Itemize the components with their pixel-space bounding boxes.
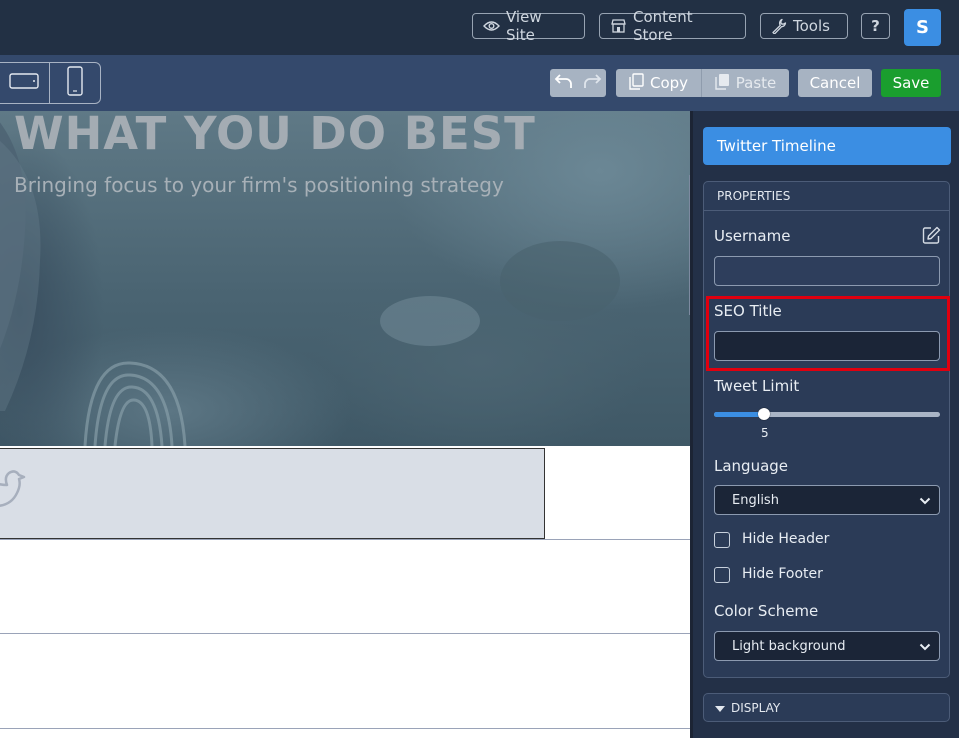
color-scheme-select-value: Light background (732, 638, 846, 654)
eye-icon (483, 20, 500, 32)
wrench-icon (771, 18, 787, 34)
save-button[interactable]: Save (881, 69, 941, 97)
twitter-bird-icon (0, 465, 29, 519)
cancel-label: Cancel (809, 74, 861, 92)
page-canvas: WHAT YOU DO BEST Bringing focus to your … (0, 111, 690, 738)
content-store-label: Content Store (633, 8, 693, 44)
tools-label: Tools (793, 17, 830, 35)
undo-icon (554, 73, 574, 93)
hide-header-label: Hide Header (742, 531, 830, 547)
device-preview-group (0, 62, 101, 104)
tweet-limit-value: 5 (761, 426, 769, 440)
copy-button[interactable]: Copy (616, 69, 701, 97)
username-label: Username (714, 227, 791, 245)
chevron-down-icon (919, 641, 931, 656)
view-site-label: View Site (506, 8, 542, 44)
hide-footer-checkbox[interactable] (714, 567, 730, 583)
component-title-bar: Twitter Timeline (703, 127, 951, 165)
hero-title: WHAT YOU DO BEST (14, 111, 536, 160)
hero-background-image (0, 122, 620, 446)
twitter-timeline-placeholder[interactable] (0, 448, 545, 539)
phone-view-button[interactable] (49, 63, 100, 103)
tablet-view-button[interactable] (0, 63, 49, 103)
hero-subtitle: Bringing focus to your firm's positionin… (14, 173, 504, 197)
chevron-down-icon (919, 495, 931, 510)
hide-footer-label: Hide Footer (742, 566, 823, 582)
hero-banner[interactable]: WHAT YOU DO BEST Bringing focus to your … (0, 111, 690, 446)
avatar[interactable]: S (904, 9, 941, 46)
component-title: Twitter Timeline (717, 137, 836, 155)
tablet-icon (9, 71, 39, 95)
content-store-button[interactable]: Content Store (599, 8, 746, 44)
phone-icon (66, 66, 84, 100)
copy-label: Copy (649, 74, 689, 92)
view-site-button[interactable]: View Site (472, 8, 585, 44)
section-divider (0, 539, 690, 540)
undo-button[interactable] (550, 69, 578, 97)
paste-label: Paste (735, 74, 777, 92)
tweet-limit-slider[interactable] (714, 408, 940, 420)
redo-icon (582, 73, 602, 93)
username-field[interactable] (714, 256, 940, 286)
redo-button[interactable] (578, 69, 606, 97)
properties-header-label: PROPERTIES (717, 189, 791, 203)
seo-title-field[interactable] (714, 331, 940, 361)
help-button[interactable]: ? (861, 13, 890, 39)
avatar-initial: S (916, 17, 929, 38)
paste-button[interactable]: Paste (701, 69, 789, 97)
paste-icon (715, 73, 730, 94)
tweet-limit-slider-thumb[interactable] (758, 408, 770, 420)
copy-icon (629, 72, 644, 94)
display-header-label: DISPLAY (731, 700, 781, 715)
section-divider (0, 633, 690, 634)
language-select[interactable]: English (714, 485, 940, 515)
cancel-button[interactable]: Cancel (798, 69, 872, 97)
tools-button[interactable]: Tools (760, 13, 848, 39)
language-label: Language (714, 457, 789, 475)
seo-title-label: SEO Title (714, 302, 782, 320)
store-icon (610, 18, 627, 34)
help-label: ? (871, 17, 880, 35)
hide-header-checkbox[interactable] (714, 532, 730, 548)
display-section-header[interactable]: DISPLAY (703, 693, 950, 722)
section-divider (0, 728, 690, 729)
language-select-value: English (732, 492, 779, 508)
tweet-limit-label: Tweet Limit (714, 377, 800, 395)
edit-icon[interactable] (922, 226, 941, 249)
caret-down-icon (715, 701, 725, 715)
color-scheme-select[interactable]: Light background (714, 631, 940, 661)
properties-header[interactable]: PROPERTIES (704, 182, 949, 211)
color-scheme-label: Color Scheme (714, 602, 819, 620)
tweet-limit-slider-fill (714, 412, 764, 417)
save-label: Save (892, 74, 930, 92)
